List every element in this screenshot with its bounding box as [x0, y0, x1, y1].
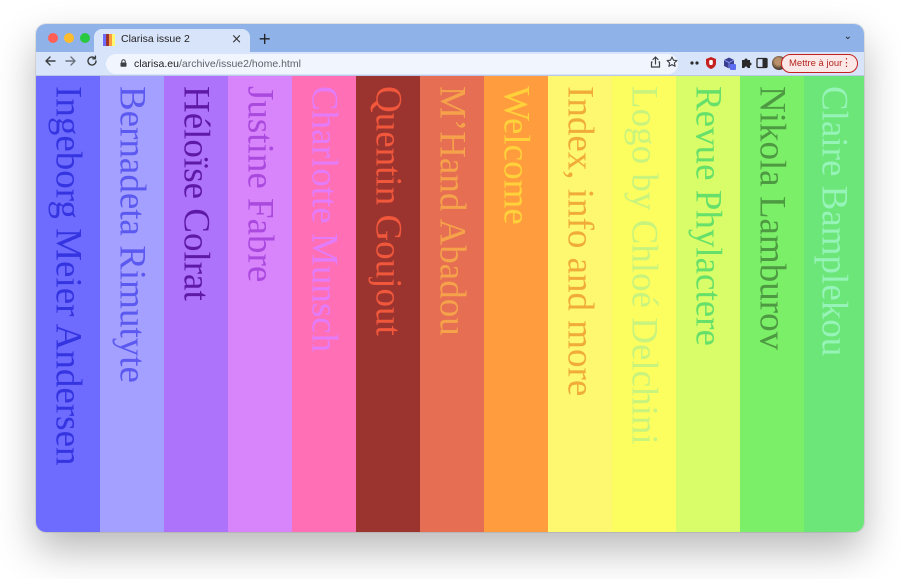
reload-icon [87, 55, 97, 66]
tab-close-icon[interactable]: × [231, 32, 242, 47]
stripe-label: Justine Fabre [239, 86, 281, 283]
url-path: /archive/issue2/home.html [178, 58, 301, 70]
ublock-icon[interactable] [704, 56, 718, 70]
update-button-label: Mettre à jour [789, 58, 843, 69]
address-bar[interactable]: clarisa.eu/archive/issue2/home.html [106, 54, 678, 74]
new-tab-button[interactable]: + [258, 29, 271, 48]
tab-search-chevron-icon[interactable]: ⌄ [844, 31, 852, 42]
minimize-window-button[interactable] [64, 33, 74, 43]
stripe-label: Bernadeta Rimutyte [111, 86, 153, 383]
active-tab[interactable]: Clarisa issue 2 × [94, 29, 250, 52]
stripe-label: Claire Bamplekou [813, 86, 855, 357]
cube-extension-icon[interactable] [722, 56, 736, 70]
browser-window: Clarisa issue 2 × + ⌄ clarisa.eu/archive… [36, 24, 864, 532]
stripe-link[interactable]: Charlotte Munsch [292, 76, 356, 532]
stripe-link[interactable]: Ingeborg Meier Andersen [36, 76, 100, 532]
side-panel-icon[interactable] [756, 56, 770, 70]
tab-title: Clarisa issue 2 [121, 33, 190, 45]
stripe-label: Ingeborg Meier Andersen [47, 86, 89, 466]
stripe-label: Nikola Lamburov [751, 86, 793, 351]
url-host: clarisa.eu [134, 58, 179, 70]
lock-icon [120, 59, 127, 67]
tab-bar: Clarisa issue 2 × + ⌄ [36, 24, 864, 52]
stripe-link[interactable]: Héloïse Colrat [164, 76, 228, 532]
stripe-link[interactable]: Revue Phylactere [676, 76, 740, 532]
stripe-label: Logo by Chloé Delchini [623, 86, 665, 445]
stripe-link[interactable]: Quentin Goujout [356, 76, 420, 532]
stripe-label: Charlotte Munsch [303, 86, 345, 353]
stripe-label: Quentin Goujout [367, 86, 409, 336]
stripe-link[interactable]: Welcome [484, 76, 548, 532]
arrow-right-icon [65, 56, 76, 66]
update-browser-button[interactable]: Mettre à jour ⋮ [781, 54, 858, 73]
stripe-label: Héloïse Colrat [175, 86, 217, 301]
url-text: clarisa.eu/archive/issue2/home.html [134, 58, 301, 70]
page-content: Ingeborg Meier Andersen Bernadeta Rimutyt… [36, 76, 864, 532]
puzzle-icon[interactable] [740, 56, 754, 70]
bookmark-star-icon[interactable] [666, 56, 678, 71]
close-window-button[interactable] [48, 33, 58, 43]
favicon-icon [103, 34, 115, 46]
arrow-left-icon [45, 56, 56, 66]
stripe-link[interactable]: Bernadeta Rimutyte [100, 76, 164, 532]
toolbar: clarisa.eu/archive/issue2/home.html Mett… [36, 52, 864, 76]
stripe-label: Revue Phylactere [687, 86, 729, 346]
stripe-link[interactable]: Justine Fabre [228, 76, 292, 532]
stripe-label: Index, info and more [559, 86, 601, 397]
back-button[interactable] [44, 55, 56, 71]
stripe-link[interactable]: M’Hand Abadou [420, 76, 484, 532]
share-icon[interactable] [650, 56, 661, 71]
forward-button[interactable] [65, 55, 77, 71]
more-menu-icon[interactable]: ⋮ [841, 56, 852, 69]
stripe-label: Welcome [495, 86, 537, 225]
stripe-label: M’Hand Abadou [431, 86, 473, 336]
stripe-link[interactable]: Nikola Lamburov [740, 76, 804, 532]
stripe-link[interactable]: Index, info and more [548, 76, 612, 532]
zoom-window-button[interactable] [80, 33, 90, 43]
extension-dots-icon[interactable] [688, 56, 702, 70]
reload-button[interactable] [86, 55, 98, 71]
stripe-link[interactable]: Claire Bamplekou [804, 76, 864, 532]
stripe-link[interactable]: Logo by Chloé Delchini [612, 76, 676, 532]
